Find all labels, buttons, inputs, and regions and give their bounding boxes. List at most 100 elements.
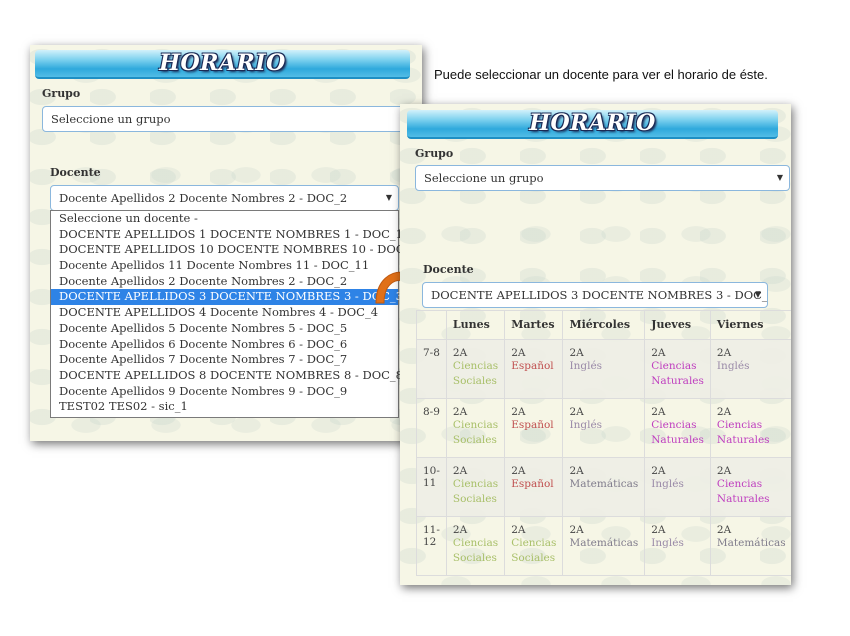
schedule-cell: 2A Ciencias Naturales <box>709 457 791 517</box>
chevron-down-icon: ▼ <box>754 290 761 299</box>
subject-label: Ciencias Naturales <box>716 478 770 505</box>
horario-title: HORARIO <box>529 110 656 136</box>
schedule-cell: 2A Español <box>504 398 564 458</box>
grupo-label: Grupo <box>42 87 81 100</box>
table-row: 11-12 2A Ciencias Sociales 2A Ciencias Socia… <box>416 516 791 576</box>
docente-option[interactable]: TEST02 TES02 - sic_1 <box>51 399 398 415</box>
group-label: 2A <box>716 406 732 418</box>
group-label: 2A <box>716 524 732 536</box>
subject-label: Inglés <box>569 419 603 431</box>
subject-label: Ciencias Sociales <box>452 360 499 387</box>
schedule-cell: 2A Inglés <box>562 339 646 399</box>
group-label: 2A <box>569 465 584 477</box>
subject-label: Ciencias Sociales <box>452 419 499 446</box>
docente-option[interactable]: DOCENTE APELLIDOS 3 DOCENTE NOMBRES 3 - … <box>51 289 403 306</box>
group-label: 2A <box>452 406 468 418</box>
day-header: Lunes <box>445 310 506 340</box>
grupo-select[interactable]: Seleccione un grupo ▼ <box>415 165 790 191</box>
schedule-cell: 2A Ciencias Sociales <box>445 457 506 517</box>
chevron-down-icon: ▼ <box>776 173 783 182</box>
docente-option[interactable]: Docente Apellidos 11 Docente Nombres 11 … <box>51 258 398 274</box>
horario-panel-right: HORARIO Grupo Seleccione un grupo ▼ Doce… <box>400 104 791 585</box>
time-slot: 10-11 <box>416 457 447 517</box>
group-label: 2A <box>452 465 468 477</box>
docente-option[interactable]: DOCENTE APELLIDOS 1 DOCENTE NOMBRES 1 - … <box>51 227 403 243</box>
docente-label: Docente <box>50 166 101 179</box>
docente-select[interactable]: DOCENTE APELLIDOS 3 DOCENTE NOMBRES 3 - … <box>422 282 768 308</box>
schedule-cell: 2A Matemáticas <box>709 516 791 576</box>
day-header: Martes <box>504 310 564 340</box>
docente-option[interactable]: DOCENTE APELLIDOS 10 DOCENTE NOMBRES 10 … <box>51 242 425 258</box>
schedule-cell: 2A Ciencias Sociales <box>445 339 506 399</box>
schedule-cell: 2A Matemáticas <box>562 457 646 517</box>
subject-label: Matemáticas <box>716 537 786 549</box>
subject-label: Ciencias Sociales <box>452 537 499 564</box>
schedule-cell: 2A Español <box>504 457 564 517</box>
subject-label: Matemáticas <box>569 537 639 549</box>
instruction-note: Puede seleccionar un docente para ver el… <box>434 67 768 82</box>
group-label: 2A <box>511 524 526 536</box>
schedule-cell: 2A Ciencias Naturales <box>709 398 791 458</box>
subject-label: Inglés <box>569 360 603 372</box>
grupo-select-value: Seleccione un grupo <box>51 112 171 126</box>
table-row: 7-8 2A Ciencias Sociales 2A Español 2A Inglés 2… <box>416 339 791 399</box>
schedule-cell: 2A Ciencias Naturales <box>644 339 711 399</box>
group-label: 2A <box>511 465 526 477</box>
group-label: 2A <box>716 347 732 359</box>
time-slot: 8-9 <box>416 398 447 458</box>
time-slot: 7-8 <box>416 339 447 399</box>
schedule-table: Lunes Martes Miércoles Jueves Viernes 7-8 2A C… <box>416 310 791 576</box>
group-label: 2A <box>452 347 468 359</box>
docente-option[interactable]: Docente Apellidos 6 Docente Nombres 6 - … <box>51 337 398 353</box>
schedule-cell: 2A Inglés <box>709 339 791 399</box>
day-header: Jueves <box>644 310 711 340</box>
time-slot: 11-12 <box>416 516 447 576</box>
subject-label: Español <box>511 419 554 431</box>
subject-label: Ciencias Sociales <box>452 478 499 505</box>
subject-label: Español <box>511 360 554 372</box>
docente-label: Docente <box>423 263 474 276</box>
schedule-cell: 2A Ciencias Sociales <box>445 516 506 576</box>
docente-dropdown-list[interactable]: Seleccione un docente - DOCENTE APELLIDOS… <box>50 210 425 418</box>
schedule-cell: 2A Ciencias Naturales <box>644 398 711 458</box>
group-label: 2A <box>511 406 526 418</box>
group-label: 2A <box>651 347 666 359</box>
schedule-cell: 2A Inglés <box>562 398 646 458</box>
group-label: 2A <box>511 347 526 359</box>
schedule-cell: 2A Inglés <box>644 516 711 576</box>
day-header: Miércoles <box>562 310 646 340</box>
grupo-select[interactable]: Seleccione un grupo <box>42 106 414 132</box>
subject-label: Ciencias Naturales <box>716 419 770 446</box>
docente-option[interactable]: Docente Apellidos 7 Docente Nombres 7 - … <box>51 352 398 368</box>
day-header: Viernes <box>709 310 791 340</box>
docente-select-value: DOCENTE APELLIDOS 3 DOCENTE NOMBRES 3 - … <box>431 288 768 302</box>
table-row: 8-9 2A Ciencias Sociales 2A Español 2A Inglés 2… <box>416 398 791 458</box>
grupo-label: Grupo <box>415 147 454 160</box>
group-label: 2A <box>452 524 468 536</box>
group-label: 2A <box>569 524 584 536</box>
table-row: 10-11 2A Ciencias Sociales 2A Español 2A Matem… <box>416 457 791 517</box>
subject-label: Matemáticas <box>569 478 639 490</box>
group-label: 2A <box>569 347 584 359</box>
schedule-cell: 2A Español <box>504 339 564 399</box>
subject-label: Inglés <box>716 360 750 372</box>
schedule-cell: 2A Matemáticas <box>562 516 646 576</box>
group-label: 2A <box>651 406 666 418</box>
docente-option[interactable]: DOCENTE APELLIDOS 4 Docente Nombres 4 - … <box>51 305 398 321</box>
docente-option[interactable]: Docente Apellidos 5 Docente Nombres 5 - … <box>51 321 398 337</box>
docente-option[interactable]: DOCENTE APELLIDOS 8 DOCENTE NOMBRES 8 - … <box>51 368 403 384</box>
docente-option[interactable]: Docente Apellidos 9 Docente Nombres 9 - … <box>51 384 398 400</box>
docente-select-value: Docente Apellidos 2 Docente Nombres 2 - … <box>59 191 348 205</box>
subject-label: Inglés <box>651 478 684 490</box>
schedule-cell: 2A Ciencias Sociales <box>445 398 506 458</box>
group-label: 2A <box>651 465 666 477</box>
subject-label: Español <box>511 478 554 490</box>
docente-option[interactable]: Seleccione un docente - <box>51 211 398 227</box>
group-label: 2A <box>716 465 732 477</box>
schedule-corner-header <box>416 310 447 340</box>
subject-label: Inglés <box>651 537 684 549</box>
schedule-cell: 2A Inglés <box>644 457 711 517</box>
horario-banner: HORARIO <box>35 50 410 79</box>
docente-select[interactable]: Docente Apellidos 2 Docente Nombres 2 - … <box>50 185 399 211</box>
docente-option[interactable]: Docente Apellidos 2 Docente Nombres 2 - … <box>51 274 398 290</box>
